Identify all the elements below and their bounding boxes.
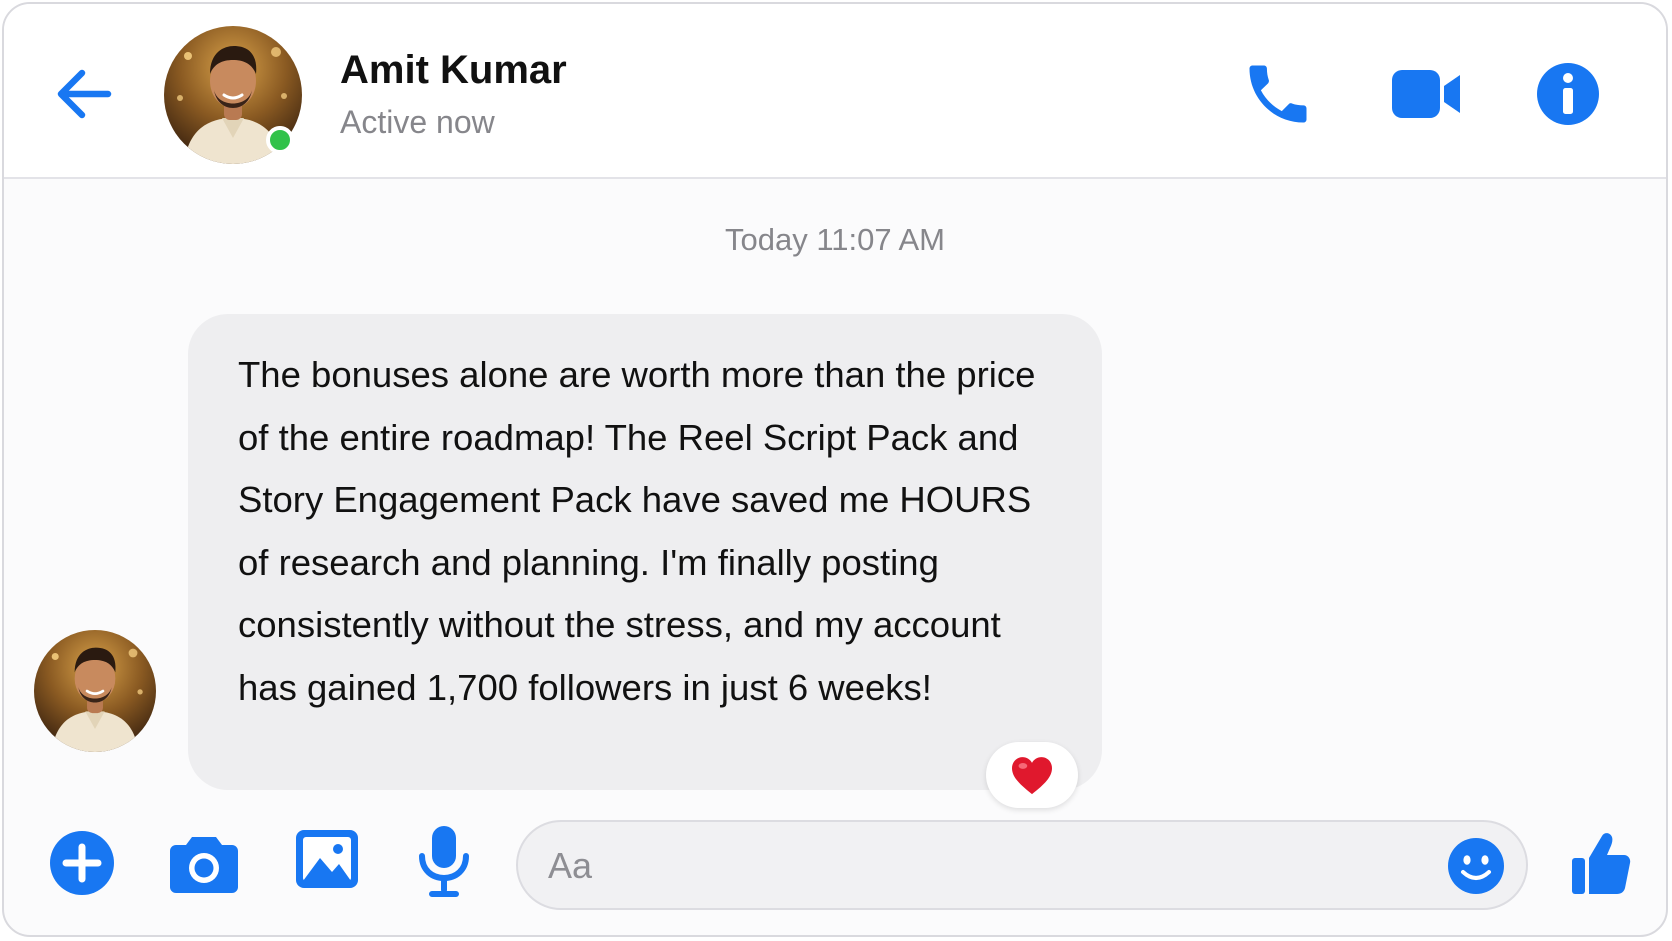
emoji-button[interactable] xyxy=(1446,836,1506,896)
message-reaction[interactable] xyxy=(986,742,1078,808)
more-actions-button[interactable] xyxy=(48,829,116,897)
microphone-icon xyxy=(419,826,469,897)
messenger-chat-window: Amit Kumar Active now Today 11:07 AM The… xyxy=(2,2,1668,937)
contact-name: Amit Kumar xyxy=(340,48,567,92)
back-button[interactable] xyxy=(50,59,120,129)
online-status-indicator xyxy=(266,126,294,154)
back-arrow-icon xyxy=(57,69,112,119)
video-camera-icon xyxy=(1392,70,1460,118)
voice-call-button[interactable] xyxy=(1240,56,1316,132)
contact-status: Active now xyxy=(340,104,495,140)
phone-icon xyxy=(1249,65,1307,123)
video-call-button[interactable] xyxy=(1388,56,1464,132)
info-button[interactable] xyxy=(1530,56,1606,132)
avatar-portrait xyxy=(34,630,156,752)
conversation-timestamp: Today 11:07 AM xyxy=(724,222,945,257)
smiley-icon xyxy=(1448,838,1504,894)
message-composer[interactable] xyxy=(516,820,1528,910)
message-input[interactable] xyxy=(546,838,1400,894)
image-icon xyxy=(296,830,358,888)
message-bubble[interactable]: The bonuses alone are worth more than th… xyxy=(188,314,1102,790)
gallery-button[interactable] xyxy=(294,826,360,892)
chat-header: Amit Kumar Active now xyxy=(4,4,1666,179)
like-button[interactable] xyxy=(1570,830,1632,896)
message-text: The bonuses alone are worth more than th… xyxy=(238,354,1036,708)
camera-button[interactable] xyxy=(168,831,240,895)
sender-avatar[interactable] xyxy=(34,630,156,752)
info-icon xyxy=(1537,63,1599,125)
thumbs-up-icon xyxy=(1572,833,1631,894)
camera-icon xyxy=(170,837,238,893)
voice-message-button[interactable] xyxy=(416,824,472,898)
plus-icon xyxy=(50,831,114,895)
heart-icon xyxy=(1012,757,1052,795)
